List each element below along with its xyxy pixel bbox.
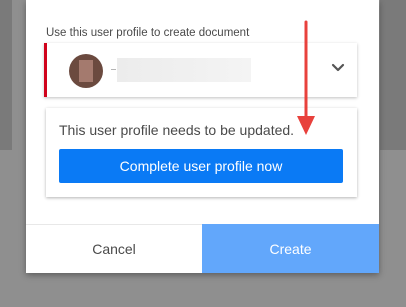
dialog-footer: Cancel Create	[26, 224, 379, 273]
create-document-dialog: Use this user profile to create document…	[26, 0, 379, 273]
avatar	[69, 54, 103, 88]
warning-message: This user profile needs to be updated.	[59, 122, 295, 138]
background-panel-left	[0, 0, 12, 150]
complete-profile-button[interactable]: Complete user profile now	[59, 149, 343, 183]
user-profile-dropdown[interactable]	[44, 43, 357, 97]
name-placeholder-dash	[111, 69, 116, 70]
avatar-image	[79, 60, 93, 82]
profile-name-redacted	[117, 58, 251, 82]
chevron-down-icon[interactable]	[331, 63, 345, 73]
create-button[interactable]: Create	[202, 224, 379, 273]
cancel-button[interactable]: Cancel	[26, 224, 202, 273]
profile-select-label: Use this user profile to create document	[46, 27, 250, 39]
background-panel-right	[380, 0, 406, 150]
profile-update-warning: This user profile needs to be updated. C…	[46, 108, 357, 197]
